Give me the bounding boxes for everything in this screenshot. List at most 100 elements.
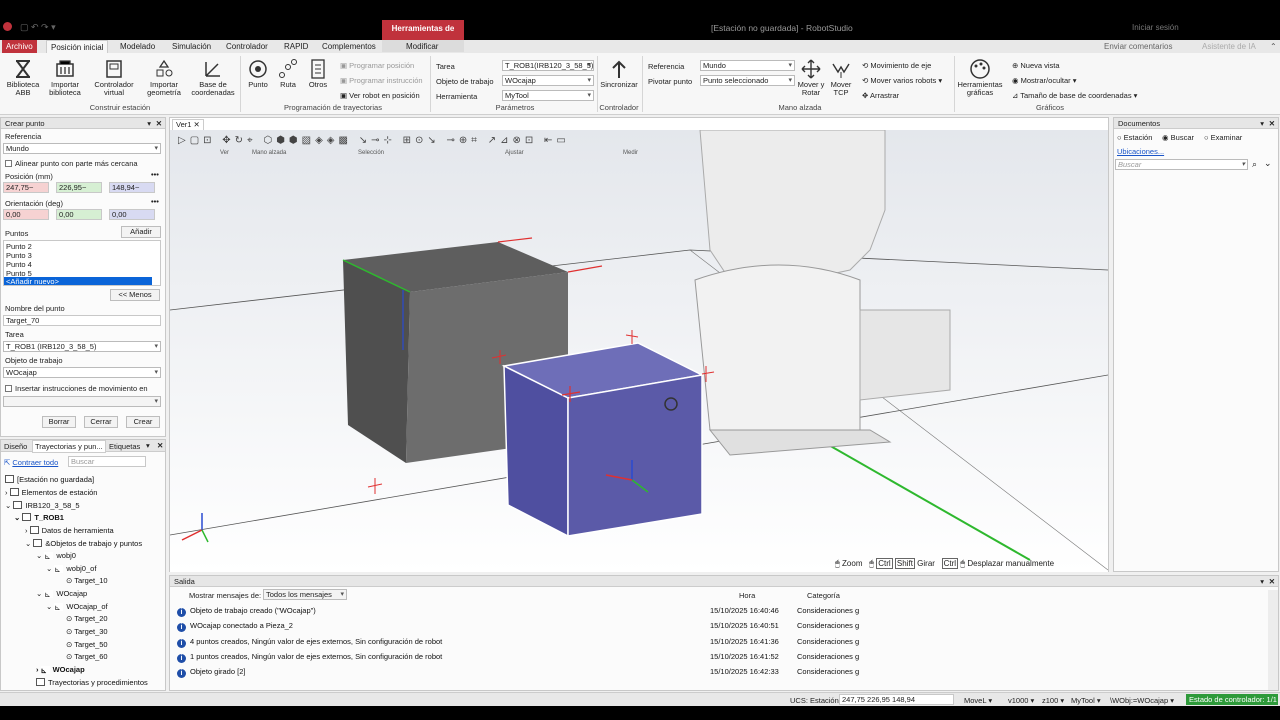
ver-robot-button[interactable]: ▣ Ver robot en posición [340, 91, 420, 100]
close-icon[interactable]: ✕ [157, 441, 163, 450]
radio-buscar[interactable]: ◉ Buscar [1162, 133, 1194, 142]
radio-estacion[interactable]: ○ Estación [1117, 133, 1152, 142]
tree-item[interactable]: ⌄ &Objetos de trabajo y puntos [25, 539, 142, 548]
controlador-virtual-button[interactable]: Controlador virtual [90, 58, 138, 97]
tab-modificar[interactable]: Modificar [402, 40, 442, 53]
mover-rotar-button[interactable]: Mover y Rotar [797, 58, 825, 97]
docs-search-input[interactable]: Buscar [1115, 159, 1248, 170]
tab-trayectorias[interactable]: Trayectorias y pun... [32, 440, 106, 453]
borrar-button[interactable]: Borrar [42, 416, 76, 428]
col-hora[interactable]: Hora [739, 591, 755, 600]
close-icon[interactable]: ✕ [1269, 118, 1275, 129]
tab-rapid[interactable]: RAPID [280, 40, 312, 53]
chevron-down-icon[interactable]: ⌄ [1264, 158, 1272, 169]
tree-item[interactable]: ⌄ ⊾ WOcajap_of [46, 602, 108, 612]
ribbon-collapse-icon[interactable]: ⌃ [1266, 40, 1280, 53]
browser-search[interactable]: Buscar [68, 456, 146, 467]
close-icon[interactable]: ✕ [156, 118, 162, 129]
view-toolbar[interactable]: ▷▢⊡ ✥↻⌖ ⬡⬢⬢▧◈◈▩ ↘⊸⊹ ⊞⊙↘ ⊸⊕⌗ ↗⊿⊗⊡ ⇤▭ [178, 135, 570, 146]
ruta-button[interactable]: Ruta [274, 58, 302, 89]
tree-item[interactable]: › Elementos de estación [5, 488, 97, 497]
cerrar-button[interactable]: Cerrar [84, 416, 118, 428]
programar-posicion-button[interactable]: ▣ Programar posición [340, 61, 414, 70]
tool-dropdown[interactable]: MyTool ▾ [1071, 696, 1101, 705]
menos-button[interactable]: << Menos [110, 289, 160, 301]
scene[interactable] [170, 130, 1108, 572]
nombre-field[interactable]: Target_70 [3, 315, 161, 326]
tree-item[interactable]: ⊙ Target_60 [66, 652, 108, 661]
assistant-link[interactable]: Asistente de IA [1198, 40, 1260, 53]
nueva-vista-button[interactable]: ⊕ Nueva vista [1012, 61, 1060, 70]
herramientas-graficas-button[interactable]: Herramientas gráficas [956, 58, 1004, 97]
tab-modelado[interactable]: Modelado [116, 40, 159, 53]
tree-item[interactable]: ⌄ ⊾ WOcajap [36, 589, 87, 599]
movimiento-eje-button[interactable]: ⟲ Movimiento de eje [862, 61, 931, 70]
alinear-checkbox[interactable] [5, 160, 12, 167]
tree-item[interactable]: ⌄ ⊾ wobj0_of [46, 564, 96, 574]
pivotar-dropdown[interactable]: Punto seleccionado [700, 75, 795, 86]
close-icon[interactable]: ✕ [1269, 576, 1275, 587]
tree-item[interactable]: ⌄ T_ROB1 [14, 513, 64, 522]
scrollbar[interactable] [1268, 590, 1278, 690]
tree-item[interactable]: ⊙ Target_50 [66, 640, 108, 649]
tab-simulacion[interactable]: Simulación [168, 40, 215, 53]
tab-etiquetas[interactable]: Etiquetas [109, 442, 140, 451]
dropdown-icon[interactable]: ▾ [146, 441, 150, 450]
zone-dropdown[interactable]: z100 ▾ [1042, 696, 1064, 705]
puntos-list[interactable]: Punto 2 Punto 3 Punto 4 Punto 5 <Añadir … [3, 240, 161, 286]
importar-biblioteca-button[interactable]: Importar biblioteca [44, 58, 86, 97]
tree-item[interactable]: ⊙ Target_10 [66, 576, 108, 585]
sincronizar-button[interactable]: Sincronizar [599, 58, 639, 89]
crear-button[interactable]: Crear [126, 416, 160, 428]
search-icon[interactable]: ⌕ [1252, 159, 1257, 170]
contraer-link[interactable]: ⇱ Contraer todo [4, 458, 58, 467]
message-row[interactable]: i 4 puntos creados, Ningún valor de ejes … [177, 637, 442, 648]
herramienta-dropdown[interactable]: MyTool [502, 90, 594, 101]
speed-dropdown[interactable]: v1000 ▾ [1008, 696, 1034, 705]
message-row[interactable]: i Objeto de trabajo creado ("WOcajap") [177, 606, 316, 617]
tab-diseno[interactable]: Diseño [4, 442, 27, 451]
tamano-base-button[interactable]: ⊿ Tamaño de base de coordenadas ▾ [1012, 91, 1137, 100]
dropdown-icon[interactable]: ▾ [1260, 118, 1264, 129]
tree-item[interactable]: ⊙ Target_20 [66, 614, 108, 623]
pos-z-field[interactable]: 148,94~ [109, 182, 155, 193]
selected-blue-box-part[interactable] [501, 330, 705, 538]
feedback-link[interactable]: Enviar comentarios [1100, 40, 1176, 53]
more-icon[interactable]: ••• [151, 170, 159, 179]
tab-controlador[interactable]: Controlador [222, 40, 272, 53]
viewport[interactable]: Ver1 ✕ ▷▢⊡ ✥↻⌖ ⬡⬢⬢▧◈◈▩ ↘⊸⊹ ⊞⊙↘ ⊸⊕⌗ ↗⊿⊗⊡ … [169, 117, 1109, 572]
otros-button[interactable]: Otros [304, 58, 332, 89]
ubicaciones-link[interactable]: Ubicaciones... [1117, 147, 1164, 156]
arrastrar-button[interactable]: ✥ Arrastrar [862, 91, 899, 100]
biblioteca-abb-button[interactable]: Biblioteca ABB [2, 58, 44, 97]
quick-access-icons[interactable]: ▢ ↶ ↷ ▾ [20, 22, 56, 33]
radio-examinar[interactable]: ○ Examinar [1204, 133, 1242, 142]
mover-varios-button[interactable]: ⟲ Mover varios robots ▾ [862, 76, 942, 85]
col-categoria[interactable]: Categoría [807, 591, 840, 600]
tree-item[interactable]: › ⊾ WOcajap [36, 665, 85, 675]
signin-link[interactable]: Iniciar sesión [1132, 23, 1179, 32]
punto-button[interactable]: Punto [244, 58, 272, 89]
wobj-dropdown[interactable]: \WObj:=WOcajap ▾ [1110, 696, 1174, 705]
mover-tcp-button[interactable]: Mover TCP [827, 58, 855, 97]
tab-posicion-inicial[interactable]: Posición inicial [46, 40, 109, 53]
programar-instruccion-button[interactable]: ▣ Programar instrucción [340, 76, 423, 85]
filter-dropdown[interactable]: Todos los mensajes [263, 589, 347, 600]
tree-item[interactable]: › Datos de herramienta [25, 526, 114, 535]
tree-item[interactable]: ⊙ Target_30 [66, 627, 108, 636]
message-row[interactable]: i 1 puntos creados, Ningún valor de ejes … [177, 652, 442, 663]
controller-status-badge[interactable]: Estado de controlador: 1/1 [1186, 694, 1278, 705]
list-item-selected[interactable]: <Añadir nuevo> [4, 277, 152, 285]
tree-item[interactable]: Trayectorias y procedimientos [36, 678, 148, 687]
more-icon[interactable]: ••• [151, 197, 159, 206]
importar-geometria-button[interactable]: Importar geometría [142, 58, 186, 97]
objeto-select[interactable]: WOcajap [3, 367, 161, 378]
referencia-dropdown[interactable]: Mundo [700, 60, 795, 71]
tarea-select[interactable]: T_ROB1 (IRB120_3_58_5) [3, 341, 161, 352]
list-item[interactable]: Punto 3 [6, 251, 32, 260]
pos-x-field[interactable]: 247,75~ [3, 182, 49, 193]
tarea-dropdown[interactable]: T_ROB1(IRB120_3_58_5) [502, 60, 594, 71]
ori-x-field[interactable]: 0,00 [3, 209, 49, 220]
tree-item[interactable]: ⌄ IRB120_3_58_5 [5, 501, 80, 510]
referencia-select[interactable]: Mundo [3, 143, 161, 154]
